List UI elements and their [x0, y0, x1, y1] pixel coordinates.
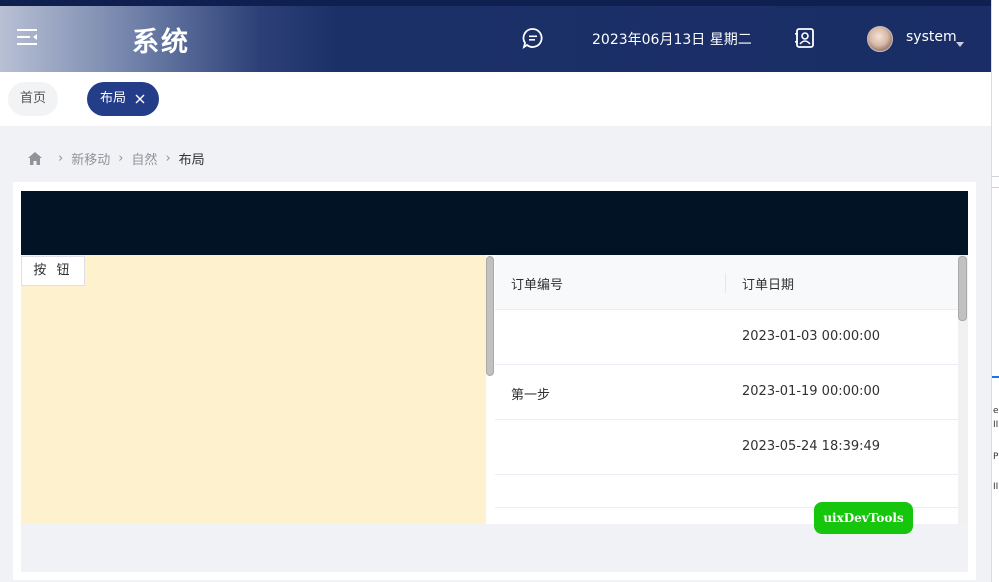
chevron-right-icon: ›: [58, 150, 64, 166]
close-icon[interactable]: [135, 94, 145, 104]
breadcrumb-current: 布局: [178, 152, 205, 168]
tab-layout-label: 布局: [100, 91, 127, 106]
menu-fold-icon[interactable]: [16, 28, 38, 46]
column-divider: [725, 273, 726, 293]
caret-down-icon[interactable]: [956, 42, 964, 47]
side-panel-edge: [991, 0, 999, 582]
avatar[interactable]: [867, 26, 893, 52]
table-scrollbar-thumb[interactable]: [958, 256, 967, 321]
cell-order-date: 2023-01-19 00:00:00: [742, 384, 881, 399]
tab-home[interactable]: 首页: [8, 82, 59, 116]
tab-layout[interactable]: 布局: [87, 82, 159, 116]
panel-divider: [991, 176, 999, 177]
layout-header-block: [21, 191, 968, 255]
left-scrollbar-thumb[interactable]: [486, 256, 494, 376]
header-date: 2023年06月13日 星期二: [592, 32, 752, 48]
username[interactable]: system: [906, 29, 957, 45]
panel-fragment-text: P: [993, 452, 999, 462]
cell-order-date: 2023-01-03 00:00:00: [742, 329, 881, 344]
table-row[interactable]: 2023-01-03 00:00:00: [495, 310, 958, 365]
tabs-bar: 首页 布局: [0, 72, 991, 126]
column-header-order-no[interactable]: 订单编号: [511, 274, 563, 293]
contact-icon[interactable]: [794, 27, 816, 49]
orders-table: 订单编号 订单日期 2023-01-03 00:00:00 第一步 2023-0…: [495, 255, 958, 524]
devtools-button[interactable]: uixDevTools: [814, 502, 913, 534]
breadcrumb: › 新移动 › 自然 › 布局: [28, 148, 205, 168]
table-header: 订单编号 订单日期: [495, 255, 958, 310]
chevron-right-icon: ›: [165, 150, 171, 166]
cell-order-date: 2023-05-24 18:39:49: [742, 439, 881, 454]
column-header-order-date[interactable]: 订单日期: [742, 274, 794, 293]
panel-fragment-text: II: [993, 482, 999, 492]
app-header: 系统 2023年06月13日 星期二 system: [0, 0, 991, 72]
panel-accent-line: [992, 376, 999, 378]
layout-left-pane: [21, 255, 486, 524]
cell-order-no: 第一步: [511, 388, 551, 403]
table-row[interactable]: 第一步 2023-01-19 00:00:00: [495, 365, 958, 420]
app-title: 系统: [132, 27, 190, 58]
message-icon[interactable]: [522, 27, 544, 49]
panel-fragment-text: e: [993, 406, 999, 416]
breadcrumb-item[interactable]: 新移动: [71, 149, 110, 168]
panel-fragment-text: II: [993, 420, 999, 430]
chevron-right-icon: ›: [118, 150, 124, 166]
pane-button[interactable]: 按 钮: [21, 256, 85, 286]
home-icon[interactable]: [28, 151, 42, 165]
table-row[interactable]: 2023-05-24 18:39:49: [495, 420, 958, 475]
panel-divider: [991, 187, 999, 188]
breadcrumb-item[interactable]: 自然: [131, 149, 157, 168]
